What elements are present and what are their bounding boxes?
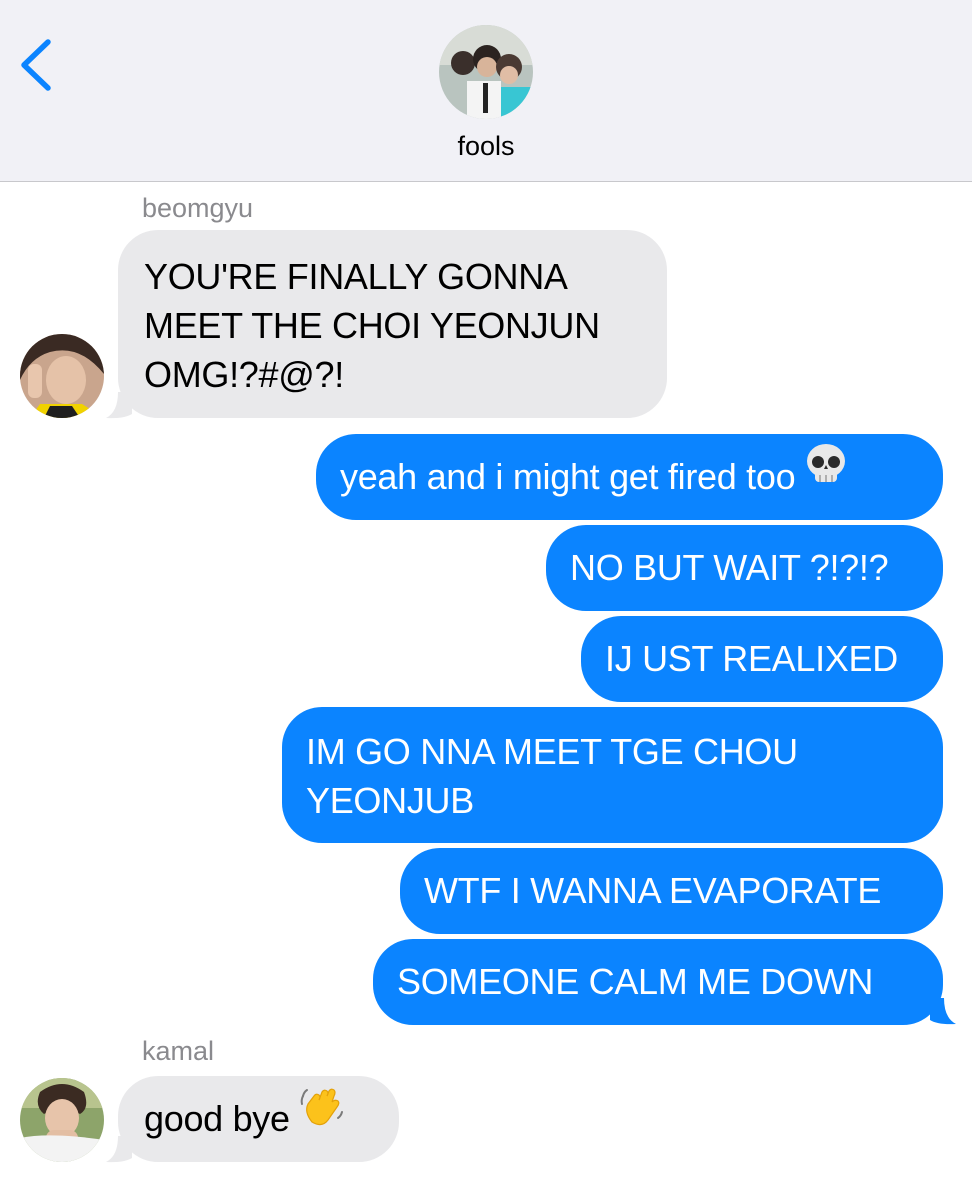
avatar[interactable] (20, 334, 104, 418)
back-button[interactable] (14, 34, 64, 98)
group-name[interactable]: fools (0, 131, 972, 162)
message-text-line: MEET THE CHOI YEONJUN (144, 305, 600, 346)
imessage-screen: fools beomgyu YOU'RE FINALLY GONNA MEET … (0, 0, 972, 1200)
message-bubble-outgoing[interactable]: yeah and i might get fired too (316, 434, 943, 520)
sender-name: beomgyu (142, 193, 254, 223)
message-bubble-outgoing[interactable]: IM GO NNA MEET TGE CHOU YEONJUB (282, 707, 943, 843)
avatar[interactable] (20, 1078, 104, 1162)
message-text-line: IM GO NNA MEET TGE CHOU (306, 731, 798, 772)
skull-emoji (803, 433, 849, 519)
group-avatar[interactable] (439, 25, 533, 119)
conversation-header: fools (0, 0, 972, 182)
sender-name: kamal (142, 1036, 215, 1066)
message-text-line: YEONJUB (306, 780, 474, 821)
message-text-line: OMG!?#@?! (144, 354, 344, 395)
message-text-line: YOU'RE FINALLY GONNA (144, 256, 568, 297)
message-bubble-outgoing[interactable]: WTF I WANNA EVAPORATE (400, 848, 943, 934)
chevron-left-icon (21, 39, 51, 91)
message-bubble-incoming[interactable]: good bye (118, 1076, 399, 1162)
message-text: WTF I WANNA EVAPORATE (424, 870, 882, 911)
bubble-tail (106, 1136, 132, 1163)
bubble-tail (930, 998, 956, 1025)
bubble-tail (106, 392, 132, 419)
message-text: yeah and i might get fired too (340, 456, 796, 497)
message-text: SOMEONE CALM ME DOWN (397, 961, 874, 1002)
message-bubble-incoming[interactable]: YOU'RE FINALLY GONNA MEET THE CHOI YEONJ… (118, 230, 667, 418)
message-bubble-outgoing[interactable]: SOMEONE CALM ME DOWN (373, 939, 943, 1025)
waving-hand-emoji (298, 1075, 346, 1161)
message-text: IJ UST REALIXED (605, 638, 898, 679)
message-text: good bye (144, 1098, 290, 1139)
message-bubble-outgoing[interactable]: IJ UST REALIXED (581, 616, 943, 702)
message-text: NO BUT WAIT ?!?!? (570, 547, 889, 588)
message-bubble-outgoing[interactable]: NO BUT WAIT ?!?!? (546, 525, 943, 611)
